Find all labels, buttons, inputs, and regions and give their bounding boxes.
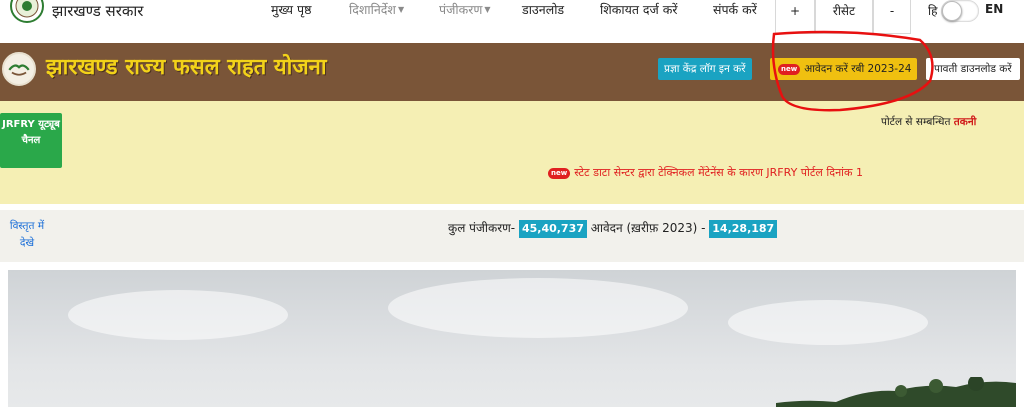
toggle-knob	[942, 1, 962, 21]
info-band: JRFRY यूट्यूब चैनल पोर्टल से सम्बन्धित त…	[0, 101, 1024, 204]
nav-download[interactable]: डाउनलोड	[522, 0, 564, 20]
zoom-decrease-button[interactable]: -	[873, 0, 911, 34]
application-count: 14,28,187	[709, 220, 778, 238]
language-toggle[interactable]	[941, 0, 979, 22]
handshake-icon	[8, 64, 30, 76]
registration-label: कुल पंजीकरण-	[448, 221, 516, 235]
support-text: पोर्टल से सम्बन्धित	[881, 116, 954, 128]
nav-home[interactable]: मुख्य पृष्ठ	[271, 0, 311, 20]
scheme-title: झारखण्ड राज्य फसल राहत योजना	[46, 55, 327, 80]
jharkhand-emblem-icon[interactable]	[10, 0, 44, 24]
view-details-link[interactable]: विस्तृत में देखे	[4, 218, 50, 252]
new-badge: new	[548, 168, 571, 179]
support-notice: पोर्टल से सम्बन्धित तकनी	[881, 115, 976, 129]
nav-guidelines-label: दिशानिर्देश	[349, 2, 396, 17]
news-ticker: new स्टेट डाटा सेन्टर द्वारा टेक्निकल में…	[548, 165, 863, 180]
cloud-shape	[68, 290, 288, 340]
cloud-shape	[388, 278, 688, 338]
ticker-text: स्टेट डाटा सेन्टर द्वारा टेक्निकल मेंटेन…	[574, 166, 863, 179]
receipt-download-button[interactable]: पावती डाउनलोड करें	[926, 58, 1020, 80]
hill-trees-shape	[776, 377, 1016, 407]
scheme-logo-icon	[2, 52, 36, 86]
site-title[interactable]: झारखण्ड सरकार	[52, 0, 143, 22]
lang-hindi-label: हि	[928, 4, 938, 18]
caret-down-icon: ▼	[484, 5, 491, 14]
nav-registration[interactable]: पंजीकरण ▼	[439, 0, 491, 20]
nav-registration-label: पंजीकरण	[439, 2, 483, 17]
support-link[interactable]: तकनी	[954, 116, 977, 128]
nav-contact[interactable]: संपर्क करें	[713, 0, 757, 20]
top-navbar: झारखण्ड सरकार मुख्य पृष्ठ दिशानिर्देश ▼ प…	[0, 0, 1024, 43]
registration-count: 45,40,737	[518, 220, 587, 238]
apply-rabi-button[interactable]: new आवेदन करें रबी 2023-24	[770, 58, 918, 80]
zoom-reset-button[interactable]: रीसेट	[815, 0, 873, 34]
scheme-banner: झारखण्ड राज्य फसल राहत योजना प्रज्ञा कें…	[0, 43, 1024, 101]
hero-photo	[8, 270, 1016, 407]
stats-band: विस्तृत में देखे कुल पंजीकरण- 45,40,737 …	[0, 210, 1024, 262]
apply-rabi-label: आवेदन करें रबी 2023-24	[804, 63, 912, 75]
nav-complaint[interactable]: शिकायत दर्ज करें	[600, 0, 678, 20]
zoom-increase-button[interactable]: +	[775, 0, 815, 34]
application-label: आवेदन (ख़रीफ़ 2023) -	[590, 221, 706, 235]
pragya-kendra-login-button[interactable]: प्रज्ञा केंद्र लॉग इन करें	[658, 58, 752, 80]
caret-down-icon: ▼	[397, 5, 405, 14]
lang-english-label: EN	[985, 2, 1004, 16]
page: झारखण्ड सरकार मुख्य पृष्ठ दिशानिर्देश ▼ प…	[0, 0, 1024, 407]
nav-guidelines[interactable]: दिशानिर्देश ▼	[349, 0, 404, 20]
stats-row: कुल पंजीकरण- 45,40,737 आवेदन (ख़रीफ़ 202…	[448, 219, 778, 238]
cloud-shape	[728, 300, 928, 345]
youtube-channel-button[interactable]: JRFRY यूट्यूब चैनल	[0, 113, 62, 168]
new-badge: new	[778, 64, 801, 75]
